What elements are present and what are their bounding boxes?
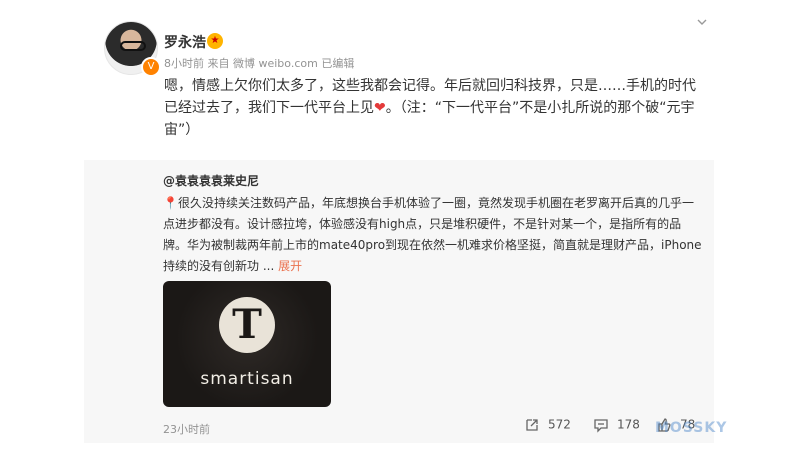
repost-count: 572	[548, 417, 571, 432]
comment-icon	[594, 419, 608, 433]
watermark: MOSSKY	[655, 420, 728, 436]
chevron-down-icon[interactable]	[696, 16, 708, 28]
member-badge-icon[interactable]: ★	[207, 33, 223, 49]
glasses-graphic	[120, 41, 146, 51]
repost-text-body: 很久没持续关注数码产品，年底想换台手机体验了一圈，竟然发现手机圈在老罗离开后真的…	[163, 196, 702, 273]
repost-time[interactable]: 23小时前	[163, 421, 210, 437]
smartisan-logo-mark: T	[219, 297, 275, 353]
repost-image[interactable]: T smartisan	[163, 281, 331, 407]
post-author[interactable]: 罗永浩	[164, 32, 206, 52]
repost-author[interactable]: @袁袁袁袁莱史尼	[163, 172, 259, 189]
comment-button[interactable]: 178	[593, 417, 640, 433]
repost-text: 📍很久没持续关注数码产品，年底想换台手机体验了一圈，竟然发现手机圈在老罗离开后真…	[163, 193, 703, 277]
logo-letter: T	[232, 301, 262, 348]
post-meta: 8小时前 来自 微博 weibo.com 已编辑	[164, 57, 355, 70]
heart-icon: ❤	[374, 100, 386, 116]
share-icon	[526, 419, 538, 431]
weibo-post: V 罗永浩 ★ 8小时前 来自 微博 weibo.com 已编辑 嗯，情感上欠你…	[84, 0, 714, 450]
verified-badge-icon: V	[141, 57, 161, 77]
comment-count: 178	[617, 417, 640, 432]
expand-link[interactable]: 展开	[278, 259, 302, 273]
pin-icon: 📍	[163, 196, 178, 210]
logo-wordmark: smartisan	[200, 369, 294, 389]
post-text: 嗯，情感上欠你们太多了，这些我都会记得。年后就回归科技界，只是……手机的时代已经…	[164, 75, 704, 141]
repost-button[interactable]: 572	[524, 417, 571, 433]
repost-card: @袁袁袁袁莱史尼 📍很久没持续关注数码产品，年底想换台手机体验了一圈，竟然发现手…	[84, 160, 714, 443]
